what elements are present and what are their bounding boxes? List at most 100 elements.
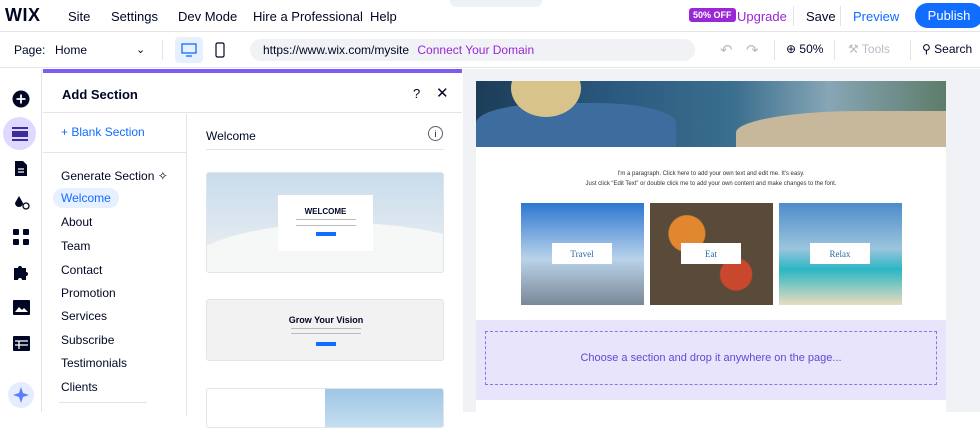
paint-drop-icon bbox=[14, 195, 30, 210]
add-section-button[interactable] bbox=[3, 117, 36, 150]
add-elements-button[interactable] bbox=[6, 84, 36, 114]
add-section-panel: Add Section ? ✕ + Blank Section Generate… bbox=[43, 69, 462, 428]
pages-button[interactable] bbox=[6, 153, 36, 183]
undo-icon[interactable]: ↶ bbox=[720, 41, 733, 59]
sparkle-icon: ✧ bbox=[157, 169, 168, 183]
nav-dev-mode[interactable]: Dev Mode bbox=[178, 9, 237, 24]
publish-button[interactable]: Publish bbox=[915, 3, 980, 28]
chevron-down-icon[interactable]: ⌄ bbox=[136, 43, 145, 56]
category-welcome[interactable]: Welcome bbox=[53, 188, 119, 208]
divider bbox=[162, 40, 163, 60]
apps-grid-icon bbox=[13, 229, 29, 245]
category-subscribe[interactable]: Subscribe bbox=[61, 333, 114, 347]
category-generate-section[interactable]: Generate Section ✧ bbox=[61, 169, 168, 183]
divider bbox=[910, 40, 911, 60]
template-title: WELCOME bbox=[304, 207, 347, 216]
page-label: Page: bbox=[14, 43, 46, 57]
category-testimonials[interactable]: Testimonials bbox=[61, 356, 127, 370]
category-clients[interactable]: Clients bbox=[61, 380, 98, 394]
template-card: WELCOME bbox=[278, 195, 373, 251]
divider bbox=[774, 40, 775, 60]
table-icon bbox=[12, 335, 30, 351]
media-button[interactable] bbox=[6, 292, 36, 322]
preview-title: Welcome bbox=[206, 129, 256, 143]
section-template-welcome-1[interactable]: WELCOME bbox=[206, 172, 444, 273]
divider bbox=[206, 149, 444, 150]
nav-settings[interactable]: Settings bbox=[111, 9, 158, 24]
desktop-icon bbox=[181, 43, 197, 57]
help-icon[interactable]: ? bbox=[413, 86, 420, 101]
section-template-welcome-3[interactable] bbox=[206, 388, 444, 428]
page-icon bbox=[15, 160, 27, 176]
save-button[interactable]: Save bbox=[806, 9, 836, 24]
hero-image[interactable] bbox=[476, 81, 946, 147]
mobile-view-button[interactable] bbox=[210, 37, 230, 63]
tools-icon: ⚒ bbox=[848, 42, 859, 56]
sparkle-icon bbox=[8, 382, 34, 408]
tile-label[interactable]: Travel bbox=[552, 243, 612, 264]
paragraph-line: I'm a paragraph. Click here to add your … bbox=[617, 171, 805, 177]
zoom-control[interactable]: ⊕ 50% bbox=[786, 42, 823, 56]
category-promotion[interactable]: Promotion bbox=[61, 286, 116, 300]
search-icon: ⚲ bbox=[922, 42, 931, 56]
nav-help[interactable]: Help bbox=[370, 9, 397, 24]
site-url: https://www.wix.com/mysite bbox=[263, 43, 410, 57]
wix-logo[interactable]: WIX bbox=[5, 5, 41, 26]
image-icon bbox=[12, 299, 30, 315]
tools-label: Tools bbox=[861, 42, 890, 56]
url-bar[interactable]: https://www.wix.com/mysite Connect Your … bbox=[250, 39, 695, 61]
gallery-tile-eat[interactable]: Eat bbox=[650, 203, 773, 305]
search-button[interactable]: ⚲ Search bbox=[922, 42, 972, 56]
business-apps-button[interactable] bbox=[6, 257, 36, 287]
left-rail bbox=[0, 69, 42, 412]
upgrade-link[interactable]: Upgrade bbox=[737, 9, 787, 24]
template-text-lines bbox=[291, 328, 361, 334]
blank-section-button[interactable]: + Blank Section bbox=[61, 125, 145, 139]
design-button[interactable] bbox=[6, 187, 36, 217]
upgrade-badge[interactable]: 50% OFF bbox=[689, 8, 736, 22]
category-team[interactable]: Team bbox=[61, 239, 90, 253]
section-preview-list: Welcome i WELCOME Grow Your Vision bbox=[188, 114, 462, 428]
category-contact[interactable]: Contact bbox=[61, 263, 102, 277]
tile-label[interactable]: Relax bbox=[810, 243, 870, 264]
category-services[interactable]: Services bbox=[61, 309, 107, 323]
page-select[interactable]: Home bbox=[55, 43, 87, 57]
redo-icon[interactable]: ↷ bbox=[746, 41, 759, 59]
apps-button[interactable] bbox=[6, 222, 36, 252]
divider bbox=[840, 6, 841, 26]
tools-button[interactable]: ⚒ Tools bbox=[848, 42, 890, 56]
connect-domain-link[interactable]: Connect Your Domain bbox=[417, 43, 534, 57]
nav-hire-professional[interactable]: Hire a Professional bbox=[253, 9, 363, 24]
gallery-tile-travel[interactable]: Travel bbox=[521, 203, 644, 305]
top-bar-handle[interactable] bbox=[450, 0, 542, 7]
template-button bbox=[316, 342, 336, 346]
divider bbox=[59, 402, 147, 403]
panel-header: Add Section ? ✕ bbox=[43, 73, 462, 113]
close-icon[interactable]: ✕ bbox=[436, 84, 449, 102]
info-icon[interactable]: i bbox=[428, 126, 443, 141]
section-dropzone[interactable]: Choose a section and drop it anywhere on… bbox=[485, 331, 937, 385]
editor-toolbar: Page: Home ⌄ https://www.wix.com/mysite … bbox=[0, 33, 980, 68]
cms-button[interactable] bbox=[6, 328, 36, 358]
preview-button[interactable]: Preview bbox=[853, 9, 899, 24]
template-button bbox=[315, 232, 336, 236]
mobile-icon bbox=[215, 42, 225, 58]
puzzle-icon bbox=[13, 265, 28, 280]
nav-site[interactable]: Site bbox=[68, 9, 90, 24]
gallery-tile-relax[interactable]: Relax bbox=[779, 203, 902, 305]
sections-icon bbox=[11, 126, 28, 141]
divider bbox=[793, 6, 794, 26]
ai-assistant-button[interactable] bbox=[6, 380, 36, 410]
top-bar: WIX Site Settings Dev Mode Hire a Profes… bbox=[0, 0, 980, 32]
editor-canvas[interactable]: I'm a paragraph. Click here to add your … bbox=[463, 69, 980, 412]
divider bbox=[43, 152, 186, 153]
desktop-view-button[interactable] bbox=[175, 37, 203, 63]
category-about[interactable]: About bbox=[61, 215, 92, 229]
tile-label[interactable]: Eat bbox=[681, 243, 741, 264]
template-text-lines bbox=[295, 219, 356, 226]
site-paragraph[interactable]: I'm a paragraph. Click here to add your … bbox=[476, 169, 946, 189]
category-label: Generate Section bbox=[61, 169, 155, 183]
panel-title: Add Section bbox=[62, 87, 138, 102]
hero-person bbox=[476, 103, 676, 147]
section-template-welcome-2[interactable]: Grow Your Vision bbox=[206, 299, 444, 361]
